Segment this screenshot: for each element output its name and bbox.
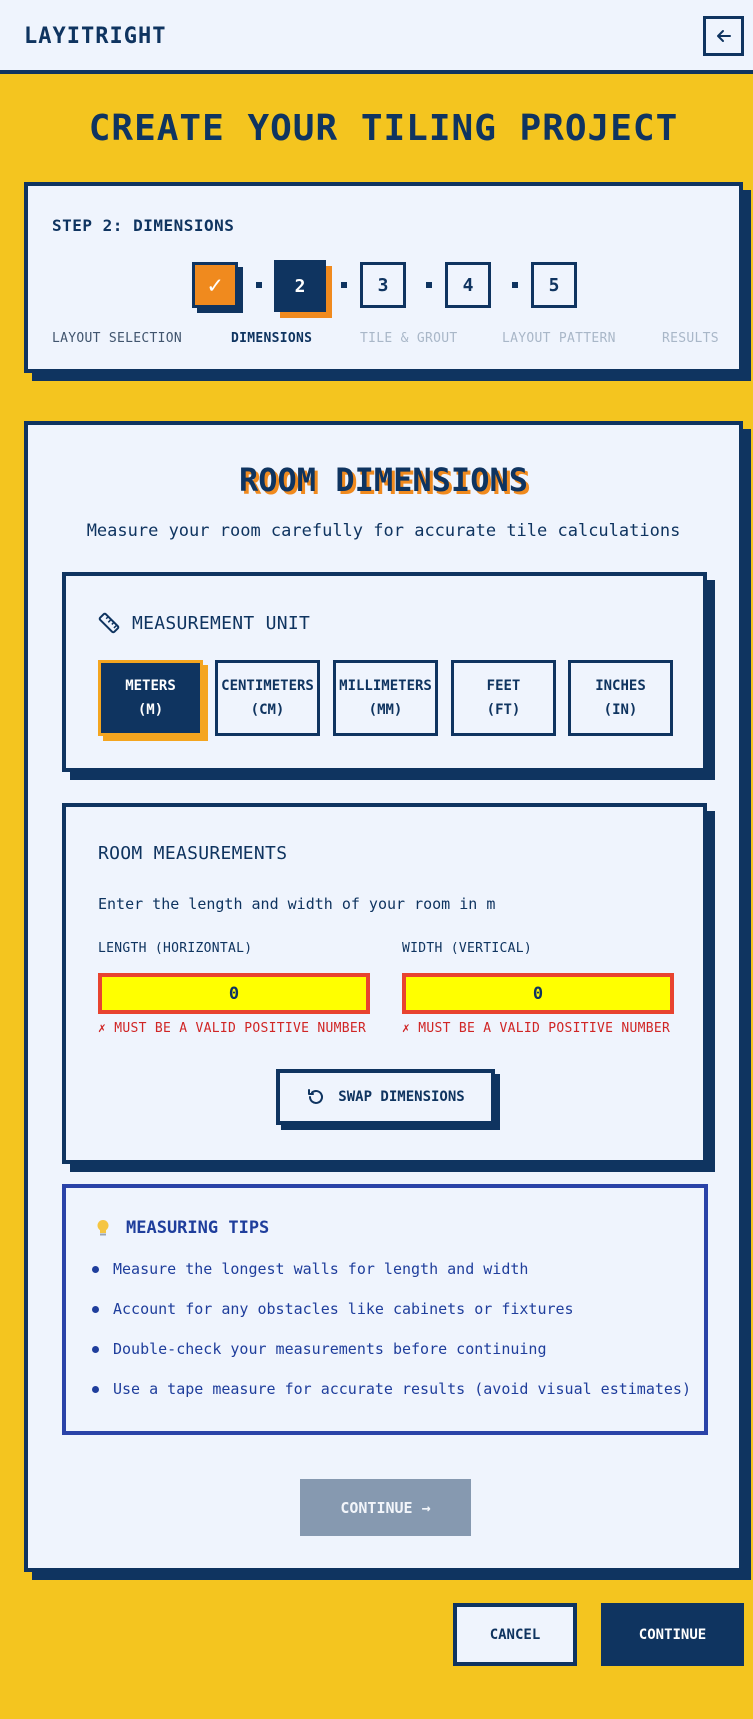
unit-name: INCHES <box>595 678 646 694</box>
length-error: ✗ MUST BE A VALID POSITIVE NUMBER <box>98 1021 367 1036</box>
tip-text: Account for any obstacles like cabinets … <box>113 1300 574 1318</box>
rotate-icon <box>308 1089 324 1104</box>
unit-name: METERS <box>125 678 176 694</box>
unit-name: FEET <box>486 678 521 694</box>
step-1-indicator[interactable]: ✓ <box>192 262 238 308</box>
unit-abbr: (IN) <box>603 702 638 718</box>
tip-item: Use a tape measure for accurate results … <box>92 1380 691 1398</box>
continue-button[interactable]: CONTINUE <box>601 1603 744 1666</box>
room-title: ROOM DIMENSIONS <box>239 461 528 499</box>
step-connector <box>341 282 347 288</box>
unit-millimeters-button[interactable]: MILLIMETERS (MM) <box>333 660 438 736</box>
stepper-card: STEP 2: DIMENSIONS ✓ 2 3 4 5 LAYOUT SELE… <box>24 182 743 373</box>
unit-abbr: (MM) <box>368 702 403 718</box>
step-connector <box>256 282 262 288</box>
step-connector <box>426 282 432 288</box>
measurements-heading: ROOM MEASUREMENTS <box>98 843 288 864</box>
unit-name: CENTIMETERS <box>221 678 314 694</box>
length-input[interactable] <box>98 973 370 1014</box>
step-2-name: DIMENSIONS <box>231 331 313 346</box>
bullet-icon <box>92 1305 99 1313</box>
step-5-indicator[interactable]: 5 <box>531 262 577 308</box>
page-title: CREATE YOUR TILING PROJECT <box>88 108 679 149</box>
unit-name: MILLIMETERS <box>339 678 432 694</box>
tip-text: Measure the longest walls for length and… <box>113 1260 529 1278</box>
tips-heading: MEASURING TIPS <box>126 1218 270 1238</box>
bullet-icon <box>92 1265 99 1273</box>
ruler-icon <box>98 612 120 634</box>
measuring-tips-card: MEASURING TIPS Measure the longest walls… <box>62 1184 708 1435</box>
step-1-name: LAYOUT SELECTION <box>52 331 183 346</box>
swap-dimensions-button[interactable]: SWAP DIMENSIONS <box>276 1069 495 1125</box>
room-subtitle: Measure your room carefully for accurate… <box>86 521 681 541</box>
bullet-icon <box>92 1385 99 1393</box>
unit-abbr: (CM) <box>250 702 285 718</box>
step-3-indicator[interactable]: 3 <box>360 262 406 308</box>
tip-item: Account for any obstacles like cabinets … <box>92 1300 574 1318</box>
unit-heading: MEASUREMENT UNIT <box>132 612 311 634</box>
tip-text: Double-check your measurements before co… <box>113 1340 547 1358</box>
step-4-name: LAYOUT PATTERN <box>502 331 616 346</box>
continue-button-disabled[interactable]: CONTINUE → <box>300 1479 471 1536</box>
lightbulb-icon <box>97 1220 109 1236</box>
swap-label: SWAP DIMENSIONS <box>338 1089 465 1105</box>
measurements-description: Enter the length and width of your room … <box>98 895 496 913</box>
unit-inches-button[interactable]: INCHES (IN) <box>568 660 673 736</box>
step-label: STEP 2: DIMENSIONS <box>52 216 235 235</box>
unit-abbr: (FT) <box>486 702 521 718</box>
top-bar: LAYITRIGHT <box>0 0 753 74</box>
bullet-icon <box>92 1345 99 1353</box>
step-2-indicator[interactable]: 2 <box>274 260 326 312</box>
step-5-name: RESULTS <box>662 331 719 346</box>
tip-item: Double-check your measurements before co… <box>92 1340 546 1358</box>
measurement-unit-card: MEASUREMENT UNIT METERS (M) CENTIMETERS … <box>62 572 707 772</box>
unit-feet-button[interactable]: FEET (FT) <box>451 660 556 736</box>
unit-abbr: (M) <box>137 702 164 718</box>
brand-logo[interactable]: LAYITRIGHT <box>24 24 166 49</box>
length-label: LENGTH (HORIZONTAL) <box>98 941 253 956</box>
unit-meters-button[interactable]: METERS (M) <box>98 660 203 736</box>
arrow-left-icon <box>716 30 731 42</box>
tip-item: Measure the longest walls for length and… <box>92 1260 528 1278</box>
step-connector <box>512 282 518 288</box>
width-error: ✗ MUST BE A VALID POSITIVE NUMBER <box>402 1021 671 1036</box>
back-button[interactable] <box>703 16 744 56</box>
unit-centimeters-button[interactable]: CENTIMETERS (CM) <box>215 660 320 736</box>
step-4-indicator[interactable]: 4 <box>445 262 491 308</box>
cancel-button[interactable]: CANCEL <box>453 1603 577 1666</box>
room-measurements-card: ROOM MEASUREMENTS Enter the length and w… <box>62 803 707 1164</box>
width-input[interactable] <box>402 973 674 1014</box>
step-3-name: TILE & GROUT <box>360 331 458 346</box>
tips-heading-row: MEASURING TIPS <box>94 1218 269 1238</box>
width-label: WIDTH (VERTICAL) <box>402 941 533 956</box>
tip-text: Use a tape measure for accurate results … <box>113 1380 691 1398</box>
unit-heading-row: MEASUREMENT UNIT <box>98 612 310 634</box>
room-dimensions-card: ROOM DIMENSIONS Measure your room carefu… <box>24 421 743 1572</box>
